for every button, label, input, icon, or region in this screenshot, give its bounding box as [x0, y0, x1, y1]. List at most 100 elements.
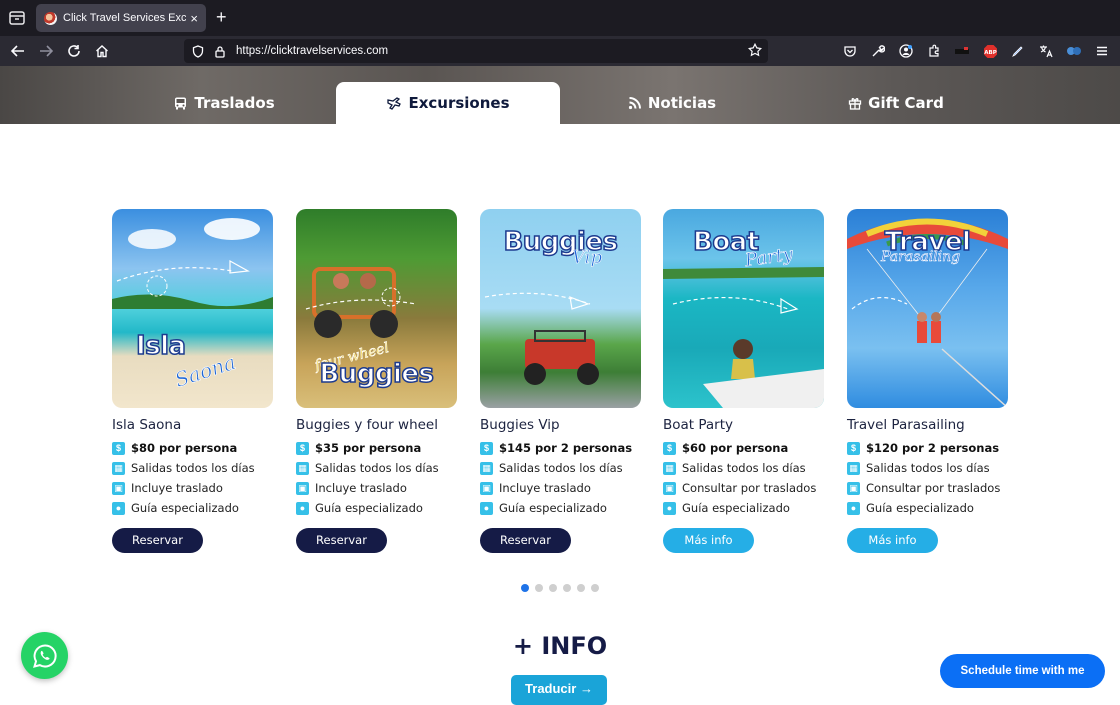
dollar-icon: $ [847, 441, 860, 455]
tab-excursiones[interactable]: Excursiones [336, 82, 560, 124]
tab-gift-card[interactable]: Gift Card [784, 82, 1008, 124]
shield-icon[interactable] [192, 44, 204, 58]
carousel-pagination [521, 584, 605, 592]
tab-gift-card-label: Gift Card [868, 94, 944, 112]
card-title: Buggies y four wheel [296, 417, 438, 433]
url-bar[interactable]: https://clicktravelservices.com [184, 39, 768, 63]
bus-icon: ▣ [663, 481, 676, 495]
feature-price: $ $60 por persona [663, 441, 824, 455]
isla-saona-image[interactable]: Isla Saona [112, 209, 273, 408]
forward-arrow-icon[interactable] [36, 41, 56, 61]
home-icon[interactable] [92, 41, 112, 61]
bus-icon: ▣ [847, 481, 860, 495]
menu-icon[interactable] [1094, 43, 1110, 59]
tab-noticias[interactable]: Noticias [560, 82, 784, 124]
reload-icon[interactable] [64, 41, 84, 61]
reservar-button[interactable]: Reservar [112, 528, 203, 553]
card-image-subtitle: Vip [572, 247, 603, 269]
pocket-icon[interactable] [842, 43, 858, 59]
feature-guide: ● Guía especializado [296, 501, 457, 515]
reservar-button[interactable]: Reservar [480, 528, 571, 553]
calendar-icon: ▦ [112, 461, 125, 475]
bus-icon: ▣ [296, 481, 309, 495]
mas-info-button[interactable]: Más info [847, 528, 938, 553]
guide-icon: ● [112, 501, 125, 515]
dollar-icon: $ [480, 441, 493, 455]
translate-button[interactable]: Traducir → [511, 675, 607, 705]
excursion-card: Travel Parasailing Travel Parasailing $ $… [847, 209, 1008, 553]
calendar-icon: ▦ [663, 461, 676, 475]
dollar-icon: $ [296, 441, 309, 455]
url-text: https://clicktravelservices.com [236, 45, 389, 57]
new-tab-button[interactable]: + [216, 7, 227, 27]
feature-guide: ● Guía especializado [663, 501, 824, 515]
browser-toolbar: https://clicktravelservices.com ABP [0, 36, 1120, 66]
site-favicon-icon [44, 11, 57, 25]
carousel-dot-5[interactable] [577, 584, 585, 592]
feature-schedule: ▦ Salidas todos los días [847, 461, 1008, 475]
reservar-button[interactable]: Reservar [296, 528, 387, 553]
bus-icon: ▣ [480, 481, 493, 495]
feature-price: $ $120 por 2 personas [847, 441, 1008, 455]
translate-extension-icon[interactable] [1038, 43, 1054, 59]
feature-guide: ● Guía especializado [847, 501, 1008, 515]
card-image-title: Buggies [503, 226, 619, 258]
bookmark-star-icon[interactable] [747, 42, 763, 62]
browser-tab-title: Click Travel Services Excursiones [63, 12, 187, 24]
guide-icon: ● [480, 501, 493, 515]
extensions-icon[interactable] [926, 43, 942, 59]
feature-guide: ● Guía especializado [480, 501, 641, 515]
feature-price: $ $80 por persona [112, 441, 273, 455]
card-title: Isla Saona [112, 417, 182, 433]
schedule-button[interactable]: Schedule time with me [940, 654, 1105, 688]
carousel-dot-3[interactable] [549, 584, 557, 592]
lock-icon[interactable] [214, 45, 226, 58]
close-tab-icon[interactable]: × [190, 11, 198, 26]
feature-schedule: ▦ Salidas todos los días [296, 461, 457, 475]
feature-transfer: ▣ Incluye traslado [296, 481, 457, 495]
excursion-card: Boat Party Boat Party $ $60 por persona ▦… [663, 209, 824, 553]
feature-schedule: ▦ Salidas todos los días [480, 461, 641, 475]
whatsapp-button[interactable] [21, 632, 68, 679]
adblock-plus-icon[interactable]: ABP [982, 43, 998, 59]
card-image-subtitle: Parasailing [881, 249, 961, 266]
feature-transfer: ▣ Consultar por traslados [847, 481, 1008, 495]
vpn-extension-icon[interactable] [1066, 43, 1082, 59]
calendar-icon: ▦ [480, 461, 493, 475]
wrench-icon[interactable] [870, 43, 886, 59]
calendar-icon: ▦ [847, 461, 860, 475]
tab-excursiones-label: Excursiones [408, 94, 510, 112]
buggies-four-wheel-image[interactable]: four wheel Buggies [296, 209, 457, 408]
bus-icon [175, 97, 187, 109]
dollar-icon: $ [663, 441, 676, 455]
carousel-dot-6[interactable] [591, 584, 599, 592]
mas-info-button[interactable]: Más info [663, 528, 754, 553]
account-icon[interactable] [898, 43, 914, 59]
carousel-dot-1[interactable] [521, 584, 529, 592]
feature-transfer: ▣ Incluye traslado [112, 481, 273, 495]
extension-dark-icon[interactable] [954, 43, 970, 59]
boat-party-image[interactable]: Boat Party [663, 209, 824, 408]
calendar-icon: ▦ [296, 461, 309, 475]
excursion-card: Isla Saona Isla Saona $ $80 por persona ▦… [112, 209, 273, 553]
travel-parasailing-image[interactable]: Travel Parasailing [847, 209, 1008, 408]
excursion-card: Buggies Vip Buggies Vip $ $145 por 2 pers… [480, 209, 641, 553]
browser-tab[interactable]: Click Travel Services Excursiones × [36, 4, 206, 32]
buggies-vip-image[interactable]: Buggies Vip [480, 209, 641, 408]
back-arrow-icon[interactable] [8, 41, 28, 61]
excursion-card: four wheel Buggies Buggies y four wheel … [296, 209, 457, 553]
svg-text:ABP: ABP [984, 50, 996, 56]
whatsapp-icon [32, 643, 57, 668]
pen-extension-icon[interactable] [1010, 43, 1026, 59]
tab-list-icon[interactable] [8, 9, 26, 27]
card-title: Travel Parasailing [847, 417, 965, 433]
card-title: Boat Party [663, 417, 734, 433]
feature-price: $ $35 por persona [296, 441, 457, 455]
feature-schedule: ▦ Salidas todos los días [112, 461, 273, 475]
gift-icon [849, 98, 862, 110]
excursion-icon [387, 96, 402, 110]
carousel-dot-2[interactable] [535, 584, 543, 592]
feature-price: $ $145 por 2 personas [480, 441, 641, 455]
tab-traslados[interactable]: Traslados [112, 82, 336, 124]
carousel-dot-4[interactable] [563, 584, 571, 592]
